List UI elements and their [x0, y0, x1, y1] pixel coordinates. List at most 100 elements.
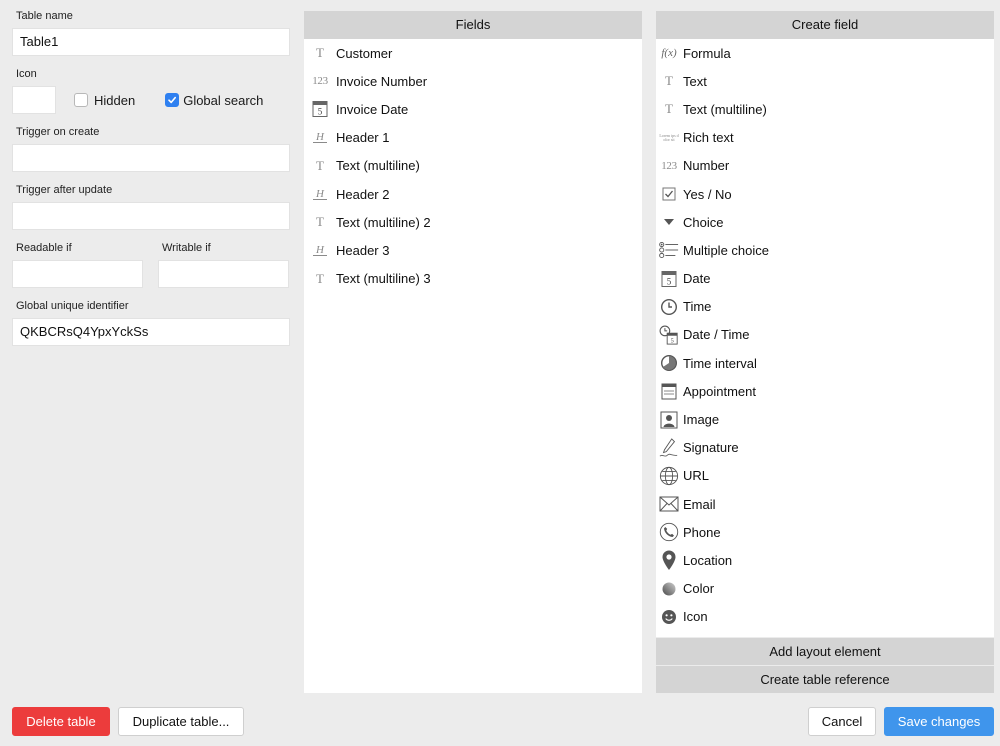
create-field-item[interactable]: Time	[656, 293, 994, 321]
field-row[interactable]: T Text (multiline) 2	[304, 208, 642, 236]
header-icon: H	[310, 183, 330, 205]
field-row[interactable]: H Header 1	[304, 124, 642, 152]
create-field-item[interactable]: Yes / No	[656, 180, 994, 208]
phone-icon	[659, 521, 679, 543]
create-field-item[interactable]: Image	[656, 405, 994, 433]
number-icon: 123	[312, 75, 328, 88]
field-row-label: Customer	[336, 45, 393, 61]
duplicate-table-button[interactable]: Duplicate table...	[118, 707, 244, 736]
text-icon: T	[665, 73, 673, 89]
field-row[interactable]: T Text (multiline)	[304, 152, 642, 180]
create-field-item-label: Phone	[683, 524, 721, 540]
create-field-item-label: Signature	[683, 440, 739, 456]
guid-input[interactable]: QKBCRsQ4YpxYckSs	[12, 318, 290, 346]
create-field-item[interactable]: URL	[656, 462, 994, 490]
create-field-item-label: Time interval	[683, 355, 757, 371]
create-field-item[interactable]: Color	[656, 575, 994, 603]
fields-panel: Fields T Customer 123 Invoice Number 5 Invoic…	[304, 11, 642, 693]
create-field-item[interactable]: Location	[656, 546, 994, 574]
trigger-update-input[interactable]	[12, 202, 290, 230]
create-field-item-label: Rich text	[683, 130, 734, 146]
create-field-item-label: Text (multiline)	[683, 101, 767, 117]
number-icon: 123	[661, 159, 677, 172]
create-field-item-label: Date	[683, 271, 711, 287]
trigger-create-label: Trigger on create	[16, 126, 100, 138]
field-row-label: Text (multiline)	[336, 158, 420, 174]
create-field-item[interactable]: Multiple choice	[656, 236, 994, 264]
writable-label: Writable if	[162, 242, 211, 254]
formula-icon: f(x)	[661, 47, 677, 60]
create-field-item[interactable]: T Text	[656, 67, 994, 95]
field-row[interactable]: H Header 2	[304, 180, 642, 208]
field-row[interactable]: 5 Invoice Date	[304, 95, 642, 123]
create-field-item[interactable]: Icon	[656, 603, 994, 631]
create-field-item[interactable]: 5 Date	[656, 265, 994, 293]
create-field-item-label: URL	[683, 468, 710, 484]
appointment-icon	[659, 380, 679, 402]
create-field-item[interactable]: T Text (multiline)	[656, 95, 994, 123]
save-changes-button[interactable]: Save changes	[884, 707, 994, 736]
table-name-input[interactable]: Table1	[12, 28, 290, 56]
svg-text:5: 5	[671, 338, 674, 345]
create-field-item[interactable]: Lorem ips dolor sit Rich text	[656, 124, 994, 152]
create-field-item[interactable]: Signature	[656, 434, 994, 462]
trigger-update-label: Trigger after update	[16, 184, 113, 196]
global-search-checkbox[interactable]	[165, 93, 180, 107]
create-field-item[interactable]: Choice	[656, 208, 994, 236]
field-row-label: Text (multiline) 2	[336, 214, 431, 230]
global-search-checkbox-wrap[interactable]: Global search	[165, 93, 263, 108]
datetime-icon: 5	[659, 324, 679, 346]
create-field-item-label: Choice	[683, 214, 724, 230]
create-field-item[interactable]: Time interval	[656, 349, 994, 377]
create-field-panel: Create field f(x) Formula T Text T Text (mult…	[656, 11, 994, 637]
create-field-item-label: Icon	[683, 609, 708, 625]
add-layout-element-button[interactable]: Add layout element	[656, 638, 994, 665]
svg-text:5: 5	[318, 107, 323, 117]
create-field-item[interactable]: f(x) Formula	[656, 39, 994, 67]
cancel-button[interactable]: Cancel	[808, 707, 876, 736]
hidden-checkbox[interactable]	[74, 93, 88, 107]
text-icon: T	[316, 45, 324, 61]
icon-picker[interactable]	[12, 86, 56, 114]
email-icon	[659, 493, 679, 515]
trigger-create-input[interactable]	[12, 144, 290, 172]
create-field-item-label: Color	[683, 581, 715, 597]
create-field-item[interactable]: 5 Date / Time	[656, 321, 994, 349]
field-row[interactable]: H Header 3	[304, 236, 642, 264]
create-field-title: Create field	[656, 11, 994, 39]
create-field-item-label: Number	[683, 158, 730, 174]
text-icon: T	[316, 270, 324, 286]
create-field-item[interactable]: 123 Number	[656, 152, 994, 180]
field-row[interactable]: T Customer	[304, 39, 642, 67]
text-icon: T	[665, 101, 673, 117]
create-field-item[interactable]: Appointment	[656, 377, 994, 405]
signature-icon	[659, 437, 679, 459]
create-field-item-label: Time	[683, 299, 712, 315]
text-icon: T	[316, 214, 324, 230]
date-icon: 5	[310, 98, 330, 120]
create-field-item[interactable]: Email	[656, 490, 994, 518]
location-icon	[659, 549, 679, 571]
create-field-item[interactable]: Phone	[656, 518, 994, 546]
hidden-checkbox-wrap[interactable]: Hidden	[74, 93, 135, 108]
table-name-label: Table name	[16, 10, 73, 22]
delete-table-button[interactable]: Delete table	[12, 707, 110, 736]
table-settings: Table name Table1 Icon Hidden Global sea…	[12, 10, 290, 358]
checkbox-icon	[659, 183, 679, 205]
field-row[interactable]: 123 Invoice Number	[304, 67, 642, 95]
field-row[interactable]: T Text (multiline) 3	[304, 265, 642, 293]
create-field-item-label: Text	[683, 73, 707, 89]
image-icon	[659, 409, 679, 431]
create-field-list: f(x) Formula T Text T Text (multiline) Lorem i…	[656, 39, 994, 631]
writable-input[interactable]	[158, 260, 289, 288]
hidden-label: Hidden	[94, 92, 136, 108]
header-icon: H	[310, 239, 330, 261]
text-icon: T	[316, 157, 324, 173]
svg-text:5: 5	[667, 276, 672, 286]
globe-icon	[659, 465, 679, 487]
create-table-reference-button[interactable]: Create table reference	[656, 666, 994, 693]
readable-input[interactable]	[12, 260, 143, 288]
readable-label: Readable if	[16, 242, 72, 254]
smiley-icon	[659, 606, 679, 628]
date-icon: 5	[659, 268, 679, 290]
